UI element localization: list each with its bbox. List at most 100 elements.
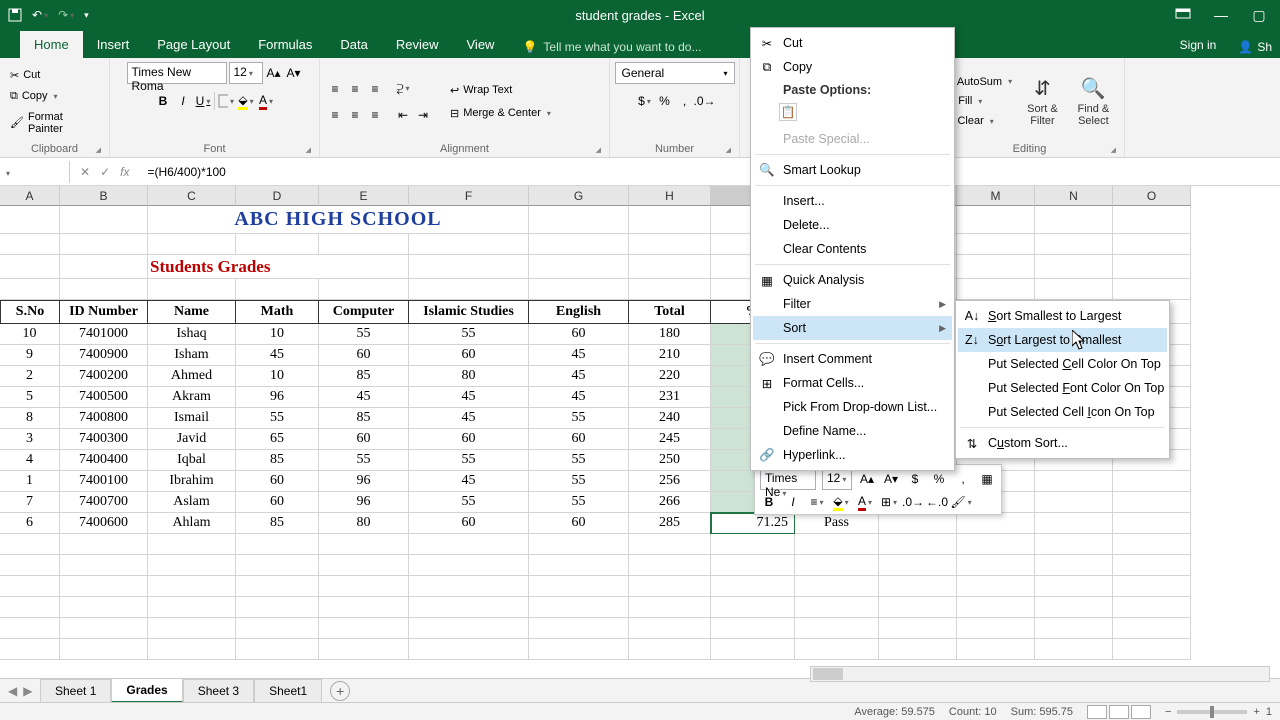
ribbon-options-icon[interactable] <box>1174 7 1192 24</box>
cell[interactable]: 210 <box>629 345 711 366</box>
col-header-D[interactable]: D <box>236 186 319 206</box>
align-left-icon[interactable]: ≡ <box>326 106 344 124</box>
cell[interactable] <box>1035 618 1113 639</box>
cell[interactable] <box>879 513 957 534</box>
cell[interactable] <box>1035 576 1113 597</box>
col-header-G[interactable]: G <box>529 186 629 206</box>
cell[interactable] <box>236 618 319 639</box>
cell[interactable] <box>957 597 1035 618</box>
cell[interactable] <box>0 279 60 300</box>
zoom-value[interactable]: 1 <box>1266 706 1272 718</box>
cell[interactable] <box>529 639 629 660</box>
name-box[interactable] <box>0 161 70 183</box>
cell[interactable] <box>1113 513 1191 534</box>
qat-customize-icon[interactable]: ▾ <box>84 10 89 21</box>
cell[interactable] <box>957 618 1035 639</box>
cell[interactable]: 55 <box>409 492 529 513</box>
mini-border-button[interactable]: ⊞ <box>880 493 898 511</box>
cell[interactable] <box>1113 639 1191 660</box>
cell[interactable]: Ismail <box>148 408 236 429</box>
cell[interactable] <box>148 279 236 300</box>
horizontal-scrollbar[interactable] <box>810 666 1270 682</box>
cell[interactable] <box>0 234 60 255</box>
cell[interactable]: 60 <box>409 513 529 534</box>
cell[interactable] <box>409 279 529 300</box>
cell[interactable] <box>879 576 957 597</box>
tab-view[interactable]: View <box>453 31 509 58</box>
cell[interactable]: 5 <box>0 387 60 408</box>
cell[interactable]: 60 <box>236 471 319 492</box>
cell[interactable] <box>529 534 629 555</box>
cell[interactable]: 55 <box>529 450 629 471</box>
paste-icon[interactable]: 📋 <box>779 103 797 121</box>
col-header-C[interactable]: C <box>148 186 236 206</box>
sheet-tab-grades[interactable]: Grades <box>111 678 182 703</box>
cell[interactable] <box>1035 492 1113 513</box>
wrap-text-button[interactable]: ↩Wrap Text <box>446 82 555 99</box>
cell[interactable]: 7400100 <box>60 471 148 492</box>
cut-button[interactable]: ✂Cut <box>6 67 103 84</box>
col-header-E[interactable]: E <box>319 186 409 206</box>
cell[interactable] <box>1113 534 1191 555</box>
cell[interactable] <box>529 597 629 618</box>
cell[interactable] <box>236 576 319 597</box>
mini-dec-decimal-icon[interactable]: ←.0 <box>928 493 946 511</box>
sign-in-link[interactable]: Sign in <box>1174 32 1223 58</box>
decrease-indent-icon[interactable]: ⇤ <box>394 106 412 124</box>
cell[interactable]: 7 <box>0 492 60 513</box>
cell[interactable] <box>711 618 795 639</box>
cell[interactable]: 6 <box>0 513 60 534</box>
cell[interactable]: 71.25 <box>711 513 795 534</box>
sort-largest-to-smallest[interactable]: Z↓Sort Largest to Smallest <box>958 328 1167 352</box>
ctx-copy[interactable]: ⧉Copy <box>753 55 952 79</box>
find-select-button[interactable]: 🔍Find & Select <box>1069 74 1118 129</box>
ctx-insert[interactable]: Insert... <box>753 189 952 213</box>
align-right-icon[interactable]: ≡ <box>366 106 384 124</box>
cell[interactable]: 55 <box>529 471 629 492</box>
cell[interactable] <box>60 576 148 597</box>
prev-sheet-icon[interactable]: ◀ <box>8 684 17 698</box>
cell[interactable] <box>795 639 879 660</box>
cell[interactable] <box>60 279 148 300</box>
sort-cell-color[interactable]: Put Selected Cell Color On Top <box>958 352 1167 376</box>
next-sheet-icon[interactable]: ▶ <box>23 684 32 698</box>
cell[interactable] <box>60 234 148 255</box>
cell[interactable] <box>409 618 529 639</box>
cell[interactable] <box>148 234 236 255</box>
italic-button[interactable]: I <box>174 92 192 110</box>
cell[interactable] <box>60 618 148 639</box>
cell[interactable]: 7400800 <box>60 408 148 429</box>
mini-percent-icon[interactable]: % <box>930 470 948 488</box>
cell[interactable]: 4 <box>0 450 60 471</box>
cell[interactable] <box>795 597 879 618</box>
cell[interactable] <box>319 639 409 660</box>
cell[interactable]: 7400500 <box>60 387 148 408</box>
redo-icon[interactable]: ↷ <box>58 8 74 22</box>
mini-size-select[interactable]: 12 <box>822 468 852 490</box>
cell[interactable]: 45 <box>409 408 529 429</box>
cell[interactable] <box>711 555 795 576</box>
cell[interactable] <box>795 534 879 555</box>
cell[interactable]: 96 <box>319 492 409 513</box>
cell[interactable] <box>319 618 409 639</box>
bold-button[interactable]: B <box>154 92 172 110</box>
cell[interactable]: 7401000 <box>60 324 148 345</box>
cell[interactable] <box>60 534 148 555</box>
cell[interactable] <box>629 534 711 555</box>
cell[interactable] <box>795 576 879 597</box>
cell[interactable]: Ahmed <box>148 366 236 387</box>
cell[interactable]: Pass <box>795 513 879 534</box>
increase-indent-icon[interactable]: ⇥ <box>414 106 432 124</box>
font-color-button[interactable]: A <box>257 92 275 110</box>
cell[interactable] <box>236 534 319 555</box>
cell[interactable]: 55 <box>529 492 629 513</box>
cell[interactable]: 7400200 <box>60 366 148 387</box>
cell[interactable] <box>629 234 711 255</box>
cell[interactable]: 7400700 <box>60 492 148 513</box>
cell[interactable]: 60 <box>319 429 409 450</box>
cell[interactable]: 7400400 <box>60 450 148 471</box>
cell[interactable]: Ibrahim <box>148 471 236 492</box>
cell[interactable] <box>1113 618 1191 639</box>
cell[interactable]: 85 <box>319 366 409 387</box>
cell[interactable]: 60 <box>236 492 319 513</box>
